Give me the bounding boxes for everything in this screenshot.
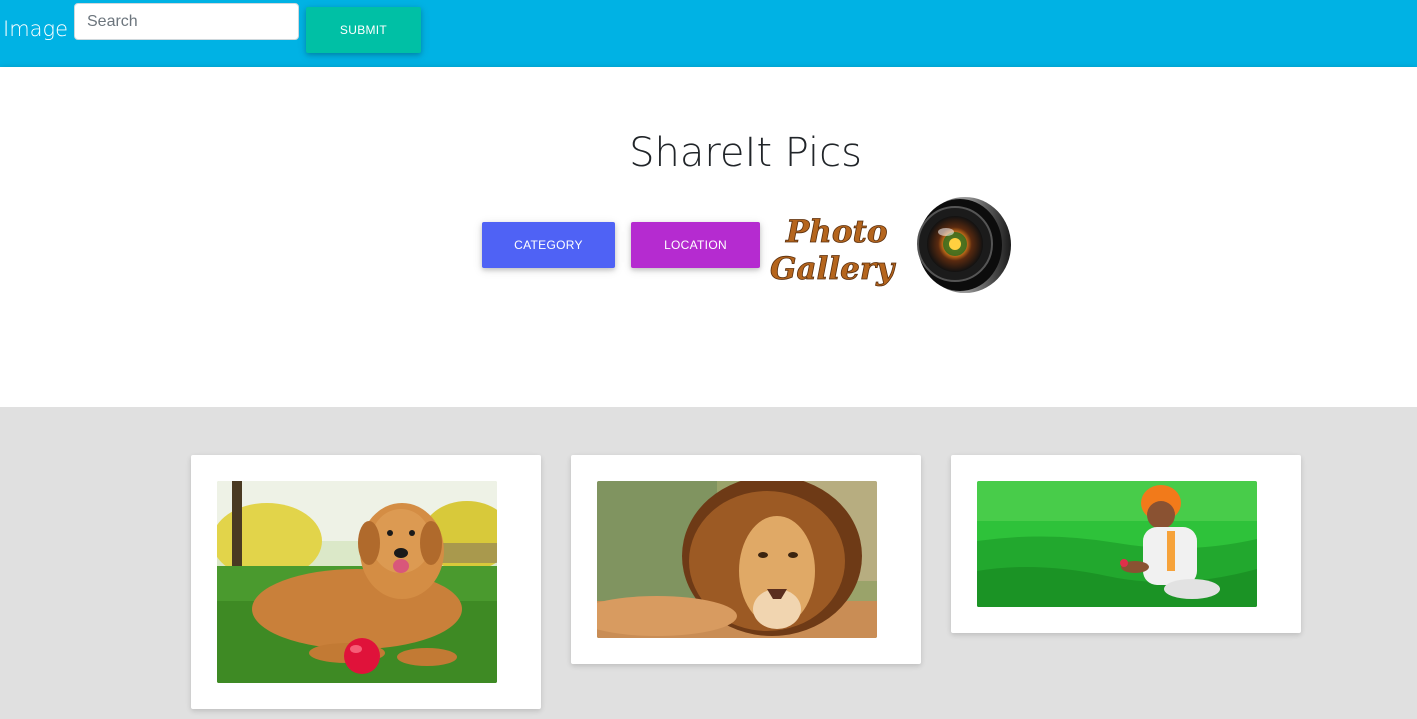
- dog-photo[interactable]: [217, 481, 497, 683]
- navbar-brand[interactable]: Image: [3, 17, 68, 41]
- gallery-card[interactable]: [571, 455, 921, 664]
- logo-text-photo: Photo: [785, 214, 888, 250]
- submit-button[interactable]: SUBMIT: [306, 7, 421, 53]
- farmer-photo[interactable]: [977, 481, 1257, 607]
- hero-section: ShareIt Pics CATEGORY LOCATION Photo Gal…: [0, 67, 1417, 375]
- photo-gallery-logo: Photo Gallery: [770, 197, 1011, 293]
- gallery-card[interactable]: [191, 455, 541, 709]
- lion-photo[interactable]: [597, 481, 877, 638]
- category-button[interactable]: CATEGORY: [482, 222, 615, 268]
- logo-text-gallery: Gallery: [770, 251, 896, 287]
- hero-bottom-strip: [0, 375, 1417, 407]
- search-input[interactable]: [74, 3, 299, 40]
- location-button[interactable]: LOCATION: [631, 222, 760, 268]
- gallery-card[interactable]: [951, 455, 1301, 633]
- page-title: ShareIt Pics: [629, 130, 862, 176]
- top-navbar: Image SUBMIT: [0, 0, 1417, 67]
